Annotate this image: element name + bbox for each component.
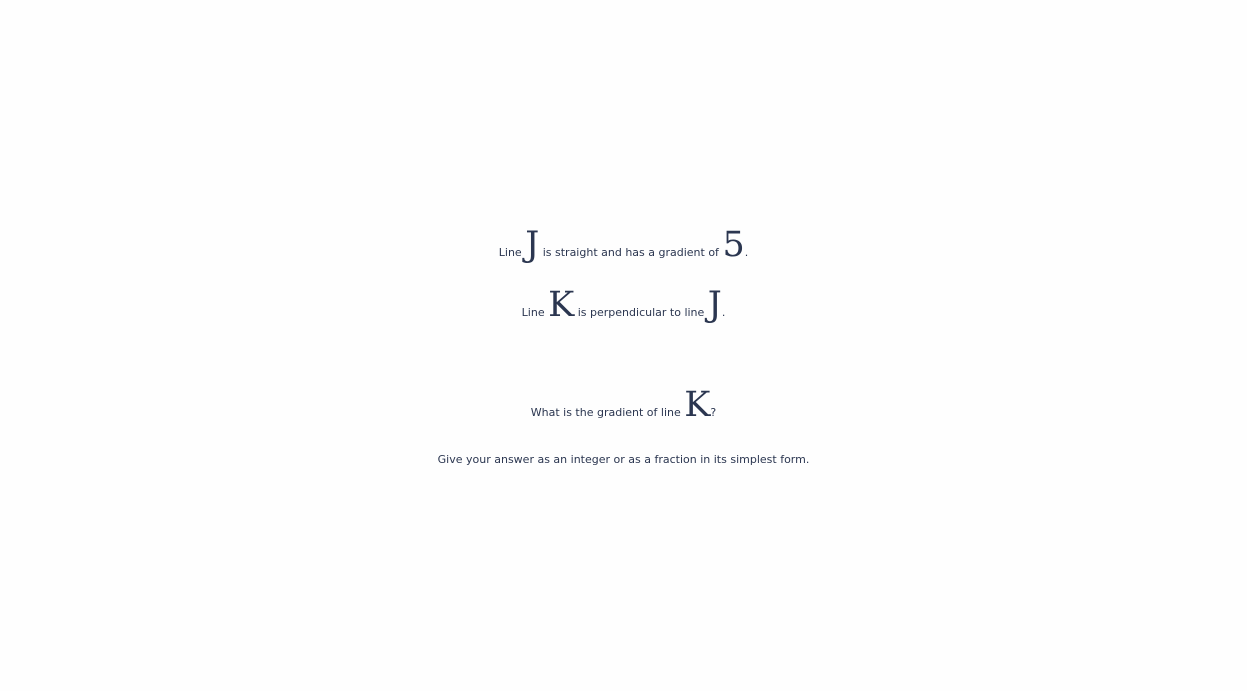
- line-k-statement: Line K is perpendicular to line J.: [0, 279, 1247, 339]
- line-j-suffix: .: [744, 246, 749, 259]
- prompt-variable: K: [684, 385, 711, 425]
- line-j-variable: J: [525, 225, 540, 265]
- line-k-prefix: Line: [521, 306, 549, 319]
- prompt-prefix: What is the gradient of line: [530, 406, 685, 419]
- question-text: Line J is straight and has a gradient of…: [0, 219, 1247, 483]
- line-j-statement: Line J is straight and has a gradient of…: [0, 219, 1247, 279]
- prompt-suffix: ?: [710, 406, 717, 419]
- line-k-middle: is perpendicular to line: [574, 306, 708, 319]
- line-j-middle: is straight and has a gradient of: [539, 246, 723, 259]
- line-j-prefix: Line: [498, 246, 526, 259]
- line-j-reference: J: [707, 285, 722, 325]
- answer-instruction: Give your answer as an integer or as a f…: [437, 453, 810, 466]
- line-k-suffix: .: [721, 306, 726, 319]
- line-k-variable: K: [548, 285, 575, 325]
- question-prompt: What is the gradient of line K?: [0, 382, 1247, 436]
- gradient-value: 5: [722, 225, 745, 265]
